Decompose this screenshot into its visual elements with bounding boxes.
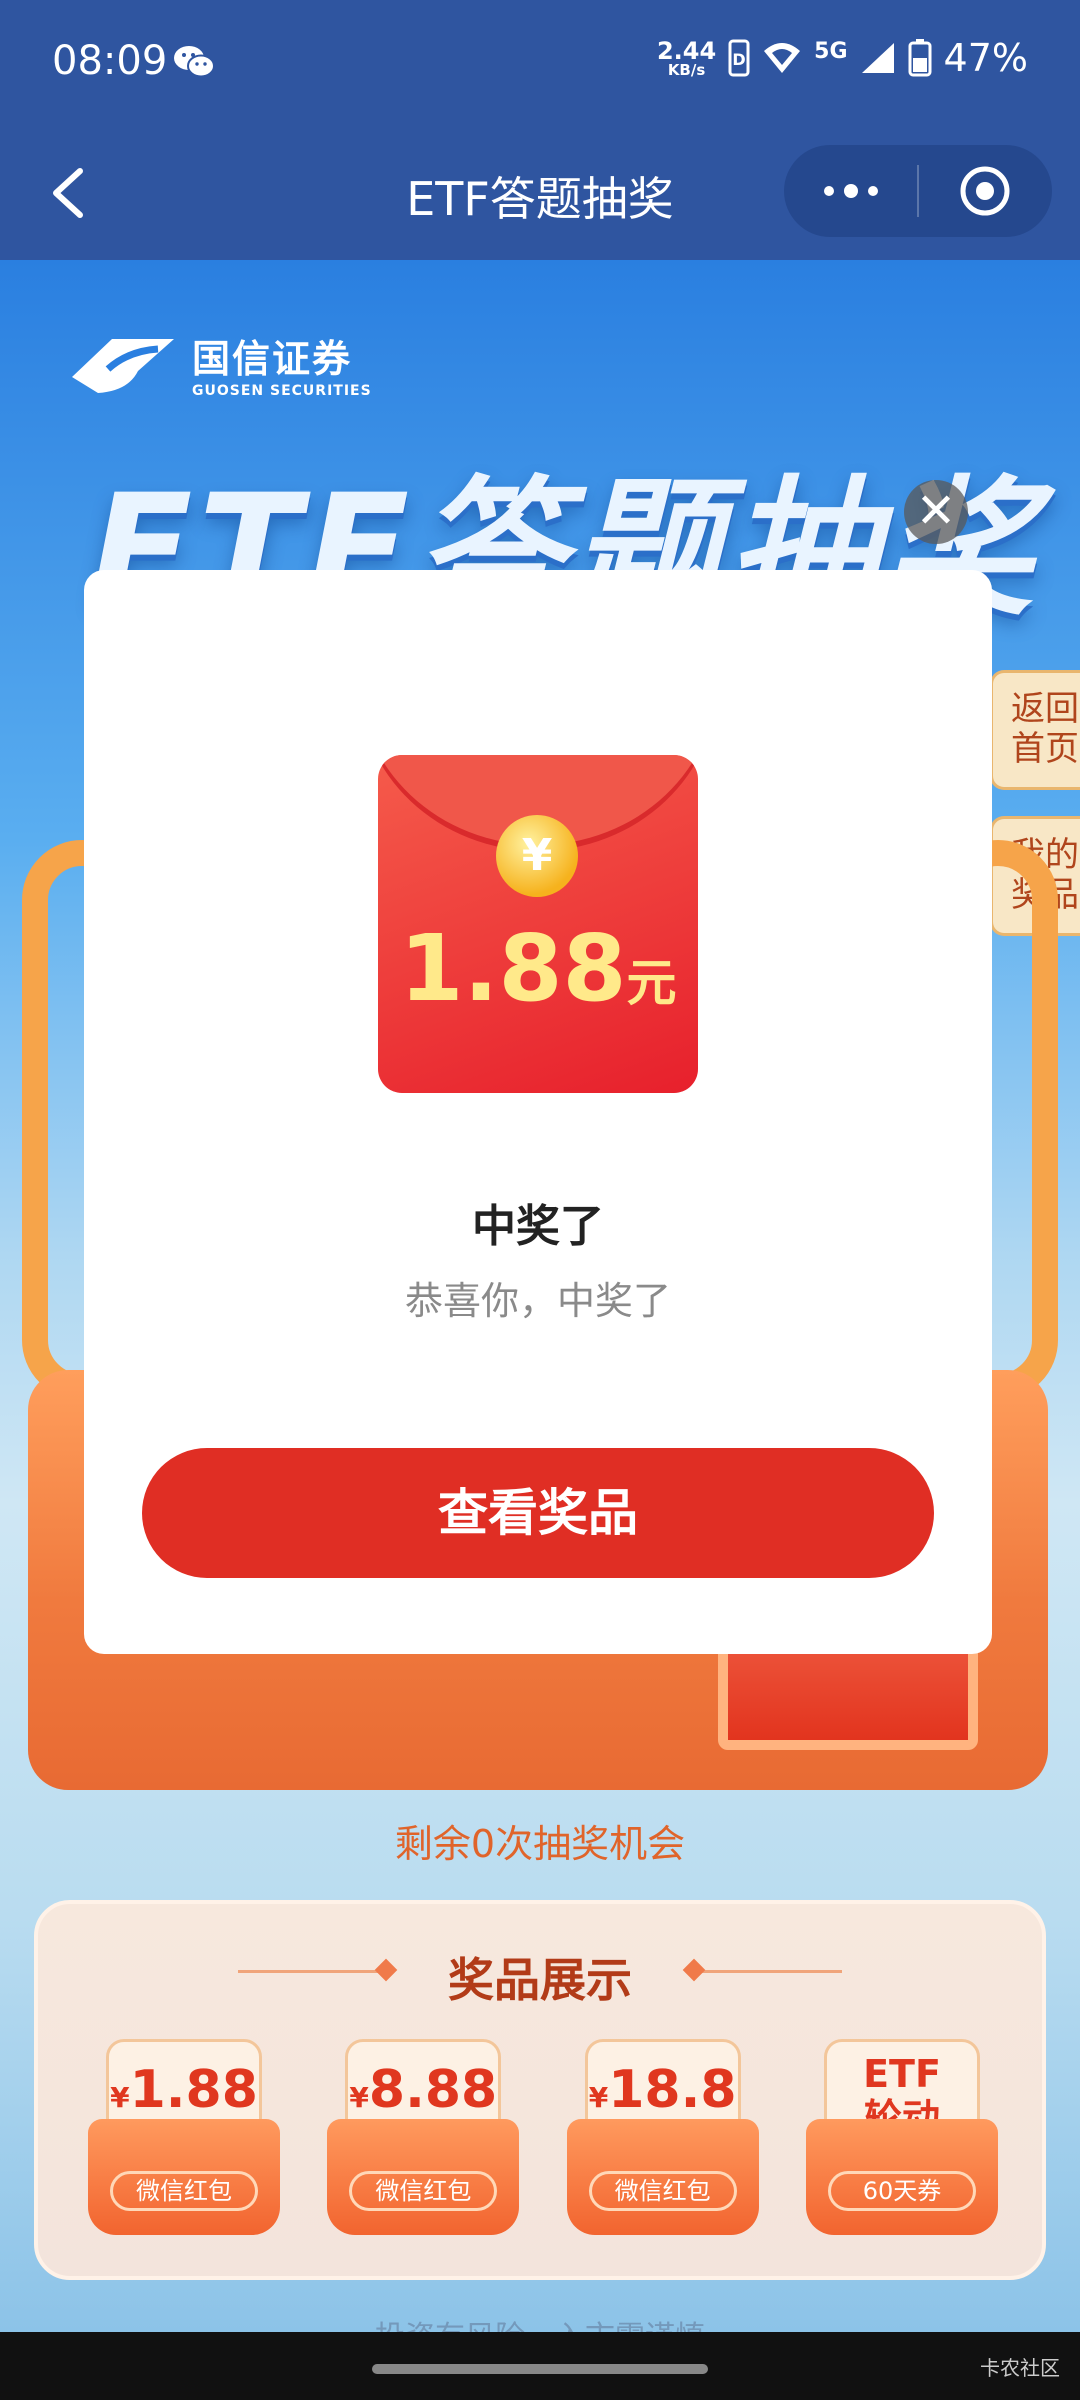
- win-modal: ¥ 1.88元 中奖了 恭喜你，中奖了 查看奖品: [84, 570, 992, 1654]
- wifi-icon: [764, 43, 801, 73]
- hd-icon: D: [728, 39, 750, 77]
- wechat-icon: [174, 46, 215, 78]
- modal-subtitle: 恭喜你，中奖了: [404, 1279, 671, 1323]
- view-prize-button[interactable]: 查看奖品: [142, 1448, 934, 1578]
- status-time: 08:09: [52, 38, 168, 84]
- signal-icon: [861, 43, 894, 73]
- target-circle-icon: [960, 166, 1010, 216]
- title-bar: ETF答题抽奖: [0, 125, 1080, 260]
- svg-text:D: D: [733, 50, 746, 69]
- network-speed: 2.44 KB/s: [656, 36, 717, 79]
- home-indicator[interactable]: [372, 2364, 708, 2374]
- system-nav-bar: 卡农社区: [0, 2332, 1080, 2400]
- close-miniprogram-button[interactable]: [919, 145, 1052, 237]
- miniprogram-capsule: [784, 145, 1052, 237]
- envelope-amount: 1.88元: [378, 915, 698, 1022]
- battery-icon: [908, 39, 932, 77]
- modal-title: 中奖了: [472, 1201, 604, 1252]
- red-envelope: ¥ 1.88元: [378, 755, 698, 1093]
- status-bar: 08:09 2.44 KB/s D 5G 47%: [0, 0, 1080, 125]
- more-dots-icon: [823, 184, 878, 198]
- coin-icon: ¥: [496, 815, 578, 897]
- status-icons: 2.44 KB/s D 5G 47%: [657, 36, 1028, 80]
- watermark: 卡农社区: [980, 2356, 1060, 2380]
- network-type: 5G: [814, 38, 848, 64]
- battery-level: 47%: [943, 36, 1028, 80]
- more-button[interactable]: [784, 145, 917, 237]
- close-modal-button[interactable]: ✕: [904, 480, 968, 544]
- envelope-amount-value: 1.88: [399, 915, 627, 1022]
- envelope-amount-unit: 元: [626, 954, 677, 1012]
